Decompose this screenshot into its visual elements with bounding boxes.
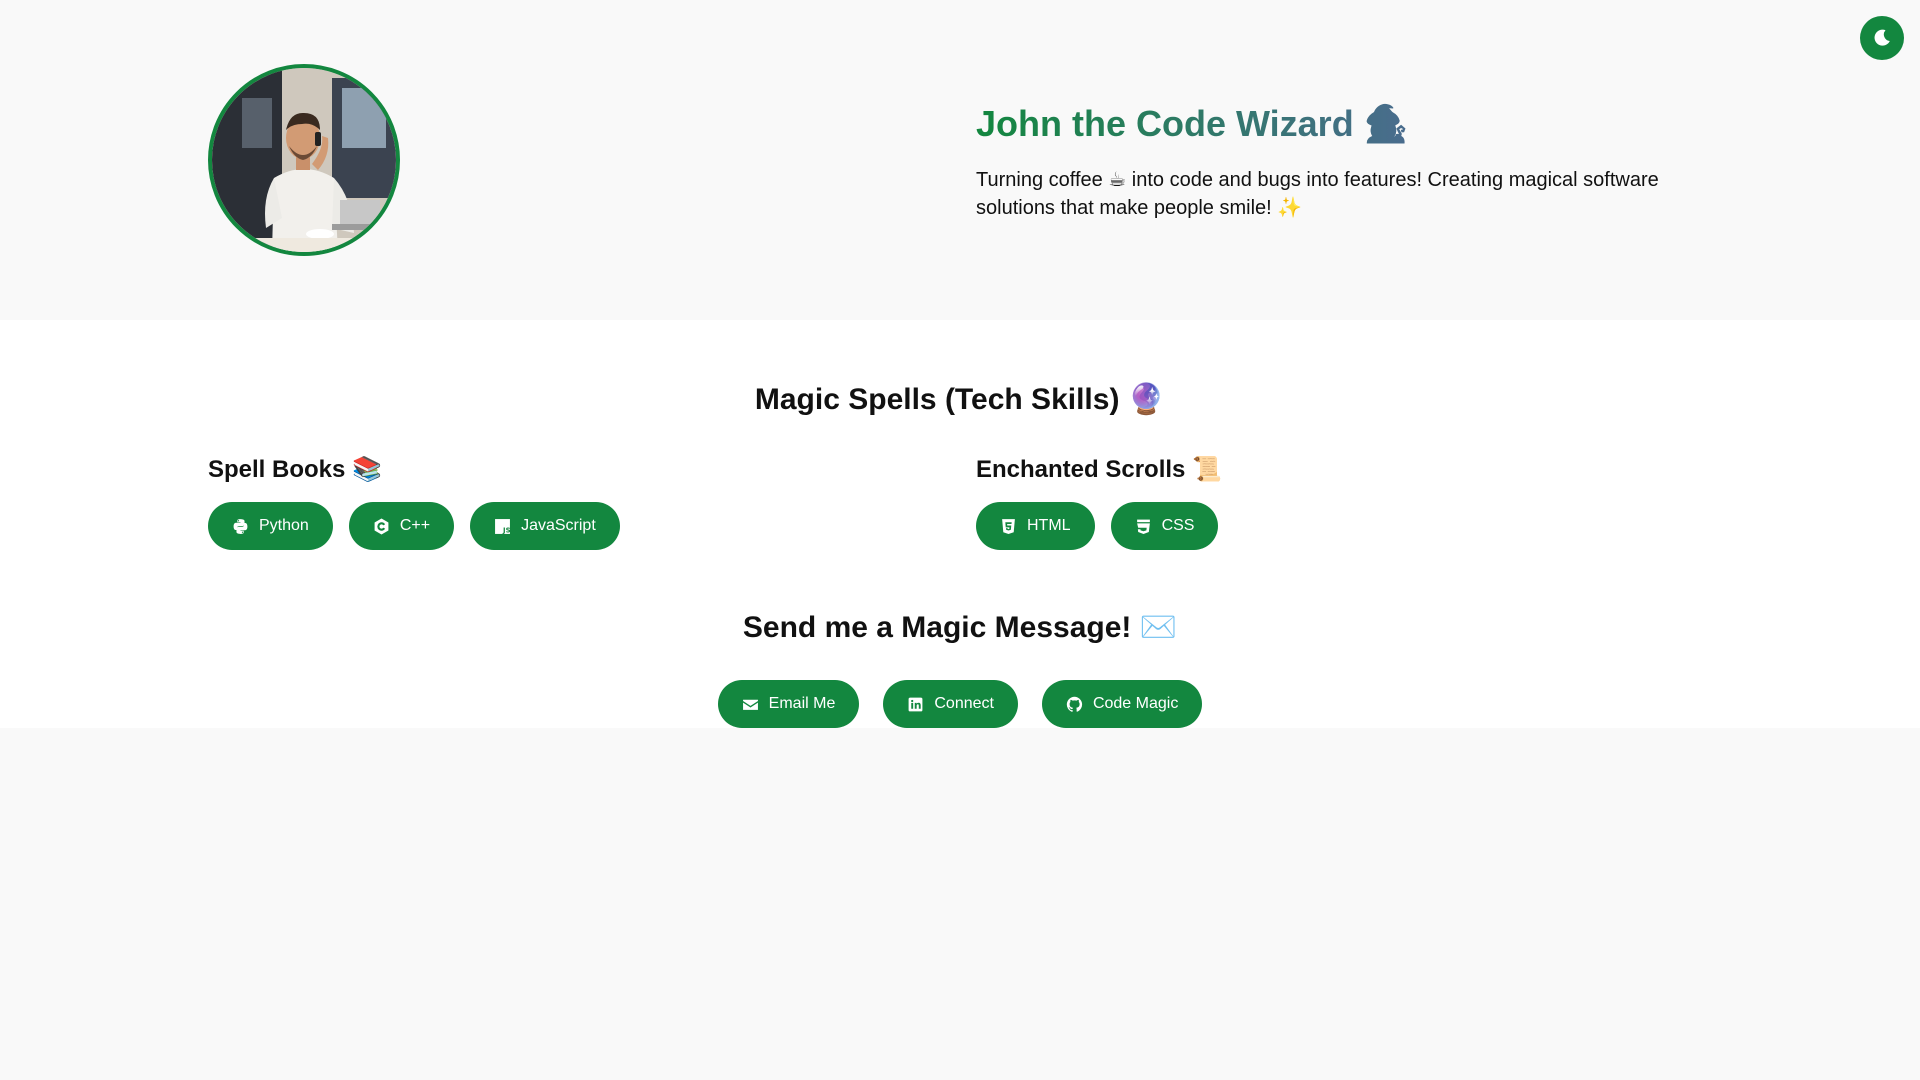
skill-label: Python (259, 517, 309, 534)
skill-css-button[interactable]: CSS (1110, 502, 1219, 550)
connect-button[interactable]: Connect (883, 680, 1018, 728)
developer-photo-icon (212, 68, 396, 252)
skill-html-button[interactable]: HTML (976, 502, 1095, 550)
skill-label: CSS (1161, 517, 1195, 534)
intro: John the Code Wizard 🧙‍♂️ Turning coffee… (976, 100, 1696, 222)
spell-books-group: Spell Books 📚 Python C++ JS JavaScript (208, 454, 908, 550)
skills-section: Magic Spells (Tech Skills) 🔮 Spell Books… (0, 320, 1920, 728)
contact-heading: Send me a Magic Message! ✉️ (742, 611, 1178, 644)
contact-label: Connect (934, 695, 994, 712)
python-icon (233, 518, 248, 534)
page-title: John the Code Wizard 🧙‍♂️ (976, 100, 1696, 148)
svg-text:JS: JS (502, 526, 511, 534)
skill-cplusplus-button[interactable]: C++ (348, 502, 455, 550)
contact-buttons: Email Me Connect Code Magic (0, 680, 1920, 728)
skill-label: JavaScript (521, 517, 596, 534)
contact-label: Email Me (768, 695, 836, 712)
enchanted-scrolls-group: Enchanted Scrolls 📜 HTML CSS (976, 454, 1676, 550)
html5-icon (1002, 518, 1015, 534)
email-me-button[interactable]: Email Me (717, 680, 860, 728)
cplusplus-icon (374, 518, 389, 534)
avatar (208, 64, 400, 256)
envelope-icon (742, 699, 758, 710)
javascript-icon: JS (495, 518, 511, 534)
contact-label: Code Magic (1092, 695, 1179, 712)
skill-label: C++ (399, 517, 431, 534)
linkedin-icon (908, 697, 923, 711)
skill-python-button[interactable]: Python (208, 502, 333, 550)
theme-toggle-button[interactable] (1860, 16, 1904, 60)
skill-label: HTML (1027, 517, 1071, 534)
profile-header: John the Code Wizard 🧙‍♂️ Turning coffee… (0, 0, 1920, 320)
github-icon (1066, 696, 1083, 712)
skills-heading: Magic Spells (Tech Skills) 🔮 (754, 383, 1166, 416)
moon-icon (1874, 29, 1890, 46)
tagline: Turning coffee ☕ into code and bugs into… (976, 169, 1659, 219)
enchanted-scrolls-heading: Enchanted Scrolls 📜 (976, 456, 1222, 483)
spell-books-heading: Spell Books 📚 (208, 456, 382, 483)
code-magic-button[interactable]: Code Magic (1041, 680, 1203, 728)
css3-icon (1136, 519, 1150, 534)
skill-javascript-button[interactable]: JS JavaScript (470, 502, 620, 550)
